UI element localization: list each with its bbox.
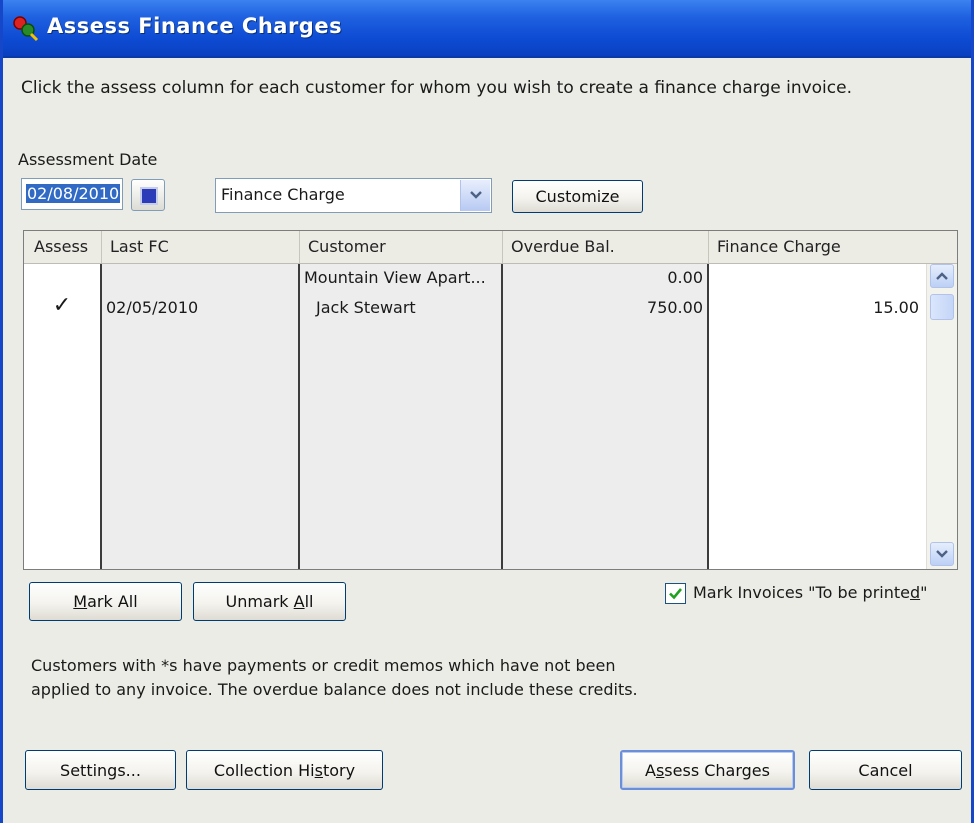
mark-all-label: Mark All [73,592,138,611]
calendar-button[interactable] [131,179,165,211]
table-header: Assess Last FC Customer Overdue Bal. Fin… [24,231,957,264]
template-value: Finance Charge [221,185,345,204]
calendar-icon [140,187,158,205]
vertical-scrollbar[interactable] [926,264,957,569]
column-header-customer[interactable]: Customer [300,231,503,263]
unmark-all-label: Unmark All [225,592,314,611]
cancel-label: Cancel [858,760,913,780]
assessment-date-label: Assessment Date [18,150,158,169]
dropdown-arrow-button[interactable] [460,180,490,211]
row-2-finance-charge[interactable]: 15.00 [709,298,919,317]
credits-note-line-1: Customers with *s have payments or credi… [31,656,616,675]
chevron-down-icon [470,191,482,199]
row-2-assess-checkmark[interactable]: ✓ [24,293,100,318]
column-header-finance-charge[interactable]: Finance Charge [709,231,957,263]
scroll-down-button[interactable] [930,542,954,566]
chevron-up-icon [936,272,948,280]
assess-finance-charges-window: Assess Finance Charges Click the assess … [0,0,974,823]
column-header-overdue-bal[interactable]: Overdue Bal. [503,231,709,263]
checkmark-icon [669,588,683,600]
instructions-text: Click the assess column for each custome… [21,78,852,98]
customize-button[interactable]: Customize [512,180,643,213]
collection-history-label: Collection History [213,760,356,780]
chevron-down-icon [936,550,948,558]
customize-button-label: Customize [535,187,620,206]
assess-charges-label: Assess Charges [645,760,770,780]
row-1-overdue: 0.00 [667,268,703,287]
scroll-thumb[interactable] [930,294,954,320]
row-1-customer: Mountain View Apart... [304,268,486,287]
assessment-date-value: 02/08/2010 [26,184,121,203]
row-2-overdue: 750.00 [647,298,703,317]
finance-charges-table: Assess Last FC Customer Overdue Bal. Fin… [23,230,958,570]
window-title: Assess Finance Charges [47,14,343,38]
collection-history-button[interactable]: Collection History [186,750,383,790]
settings-label: Settings... [60,760,141,780]
row-2-last-fc: 02/05/2010 [106,298,199,317]
assessment-date-input[interactable]: 02/08/2010 [21,178,123,210]
template-dropdown[interactable]: Finance Charge [215,178,492,213]
title-bar[interactable]: Assess Finance Charges [3,0,971,58]
cancel-button[interactable]: Cancel [809,750,962,790]
column-header-last-fc[interactable]: Last FC [102,231,300,263]
unmark-all-button[interactable]: Unmark All [193,582,346,621]
mark-invoices-checkbox[interactable] [665,583,686,604]
quickbooks-icon [13,16,39,42]
row-2-customer: Jack Stewart [316,298,416,317]
settings-button[interactable]: Settings... [25,750,176,790]
scroll-up-button[interactable] [930,264,954,288]
mark-all-button[interactable]: Mark All [29,582,182,621]
mark-invoices-label[interactable]: Mark Invoices "To be printed" [693,583,928,602]
assess-charges-button[interactable]: Assess Charges [620,750,795,790]
column-header-assess[interactable]: Assess [24,231,102,263]
credits-note-line-2: applied to any invoice. The overdue bala… [31,680,638,699]
dialog-body: Click the assess column for each custome… [3,58,971,823]
